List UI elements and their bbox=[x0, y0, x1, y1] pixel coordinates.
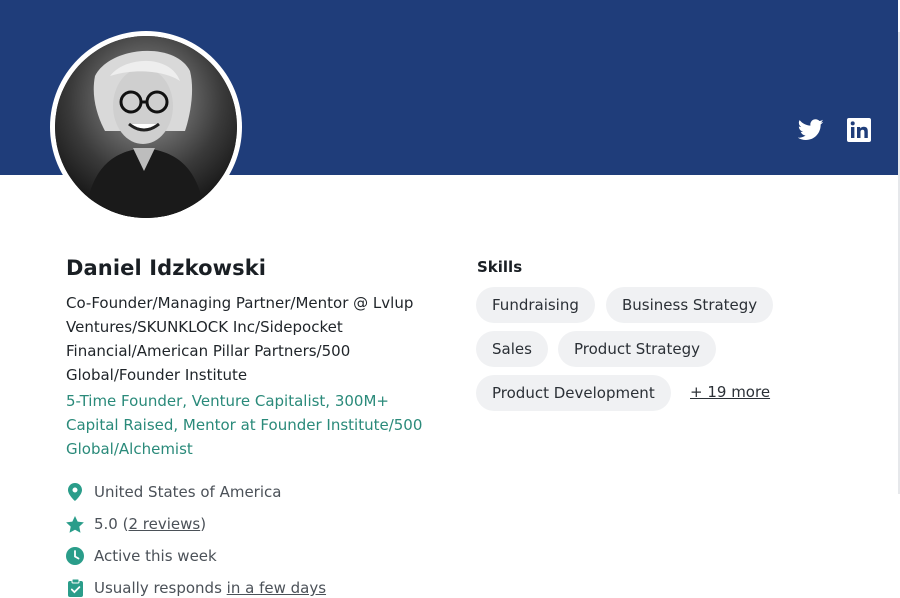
rating-row: 5.0 (2 reviews) bbox=[66, 515, 206, 533]
skill-chip-business-strategy[interactable]: Business Strategy bbox=[606, 287, 774, 323]
linkedin-link[interactable] bbox=[847, 118, 871, 142]
rating-value: 5.0 bbox=[94, 515, 118, 533]
linkedin-icon bbox=[847, 118, 871, 142]
skill-chip-fundraising[interactable]: Fundraising bbox=[476, 287, 595, 323]
twitter-link[interactable] bbox=[798, 118, 824, 142]
activity-text: Active this week bbox=[94, 547, 217, 565]
profile-name: Daniel Idzkowski bbox=[66, 256, 267, 280]
response-row: Usually responds in a few days bbox=[66, 579, 326, 597]
clock-icon bbox=[66, 547, 84, 565]
activity-row: Active this week bbox=[66, 547, 217, 565]
skill-chip-product-strategy[interactable]: Product Strategy bbox=[558, 331, 716, 367]
profile-headline: Co-Founder/Managing Partner/Mentor @ Lvl… bbox=[66, 294, 414, 384]
avatar bbox=[55, 36, 237, 218]
location-pin-icon bbox=[66, 483, 84, 501]
responds-prefix: Usually responds bbox=[94, 579, 227, 597]
twitter-icon bbox=[798, 119, 824, 140]
avatar-frame bbox=[50, 31, 242, 223]
response-time-link[interactable]: in a few days bbox=[227, 579, 326, 597]
more-skills-link[interactable]: + 19 more bbox=[690, 383, 770, 401]
location-text: United States of America bbox=[94, 483, 282, 501]
reviews-link[interactable]: 2 reviews bbox=[129, 515, 201, 533]
reviews-close-paren: ) bbox=[200, 515, 207, 533]
clipboard-check-icon bbox=[66, 579, 84, 597]
skill-chip-product-development[interactable]: Product Development bbox=[476, 375, 671, 411]
skills-heading: Skills bbox=[477, 258, 523, 276]
star-icon bbox=[66, 515, 84, 533]
location-row: United States of America bbox=[66, 483, 281, 501]
profile-tagline: 5-Time Founder, Venture Capitalist, 300M… bbox=[66, 392, 423, 458]
skill-chip-sales[interactable]: Sales bbox=[476, 331, 548, 367]
